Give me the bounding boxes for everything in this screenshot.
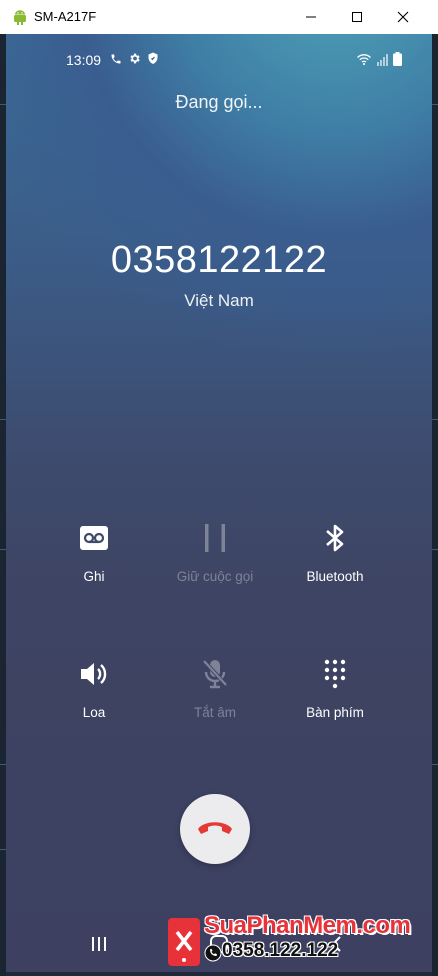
status-time: 13:09 [66,52,102,68]
record-label: Ghi [83,569,105,584]
phone-screen: 13:09 Đang gọi... 0358122122 Việt Nam Gh… [6,34,432,972]
pause-icon [203,523,227,558]
phone-icon [110,52,122,68]
mute-button[interactable]: Tắt âm [155,659,275,720]
signal-icon [377,53,388,69]
hold-call-button[interactable]: Giữ cuộc gọi [155,523,275,584]
window-titlebar: SM-A217F [0,0,438,35]
window-right-edge [432,34,438,976]
recents-icon [91,936,107,957]
hold-call-label: Giữ cuộc gọi [176,569,254,584]
close-icon [397,11,409,23]
bluetooth-icon [324,523,346,558]
shield-icon [147,52,159,68]
end-call-button[interactable] [180,794,250,864]
watermark-phone: 0358.122.122 [222,940,339,961]
watermark-phone-icon [204,944,222,962]
bluetooth-label: Bluetooth [306,569,364,584]
maximize-button[interactable] [334,0,380,34]
battery-icon [393,52,402,69]
recents-button[interactable] [79,934,119,958]
keypad-icon [324,659,346,694]
keypad-label: Bàn phím [306,705,364,720]
call-status: Đang gọi... [175,92,263,112]
speaker-icon [79,660,109,693]
bluetooth-button[interactable]: Bluetooth [275,523,395,584]
record-button[interactable]: Ghi [34,523,154,584]
minimize-icon [305,11,317,23]
minimize-button[interactable] [288,0,334,34]
speaker-button[interactable]: Loa [34,659,154,720]
window-title: SM-A217F [34,9,97,24]
voicemail-icon [80,525,108,555]
wifi-icon [356,53,372,69]
watermark-brand: SuaPhanMem.com [204,912,411,939]
mute-label: Tắt âm [193,705,236,720]
mic-off-icon [201,659,229,694]
close-button[interactable] [380,0,426,34]
watermark-logo [168,918,200,966]
gear-icon [128,52,141,68]
keypad-button[interactable]: Bàn phím [275,659,395,720]
phone-number: 0358122122 [110,239,328,281]
call-country: Việt Nam [184,291,254,310]
end-call-icon [196,818,234,841]
maximize-icon [351,11,363,23]
speaker-label: Loa [82,705,106,720]
status-bar: 13:09 [66,52,402,68]
android-icon [12,9,28,25]
